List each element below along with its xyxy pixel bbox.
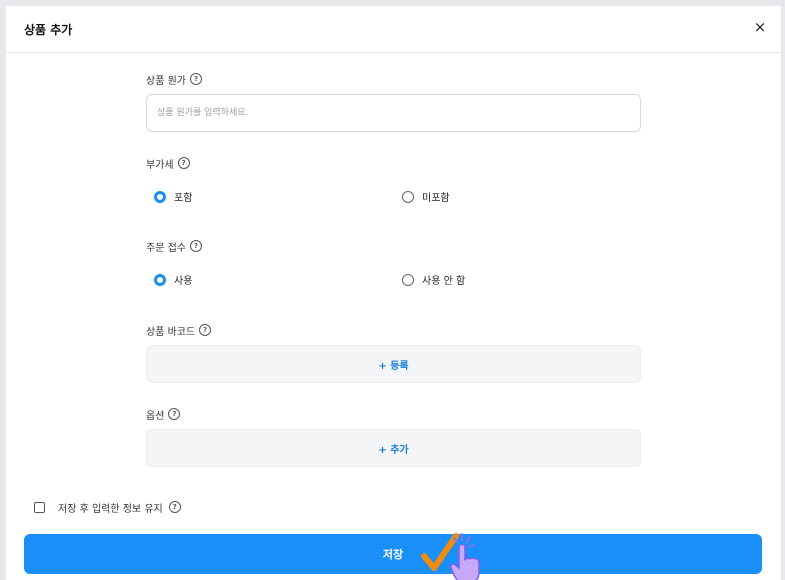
help-icon[interactable]: ? [168,501,181,513]
order-accept-option-not-use[interactable]: 사용 안 함 [402,272,465,287]
vat-label: 부가세 ? [146,156,190,171]
help-icon[interactable]: ? [177,157,190,169]
order-accept-option-use-label: 사용 [174,276,193,287]
radio-unchecked-icon [402,273,414,286]
add-product-modal: 상품 추가 × 상품 원가 ? 부가세 ? 포함 미포함 주문 접수 ? 사용 … [6,6,781,580]
options-label: 옵션 ? [146,407,181,422]
cost-input[interactable] [146,94,641,132]
modal-header: 상품 추가 × [6,6,781,53]
vat-label-text: 부가세 [146,159,174,171]
help-icon[interactable]: ? [199,324,212,336]
radio-checked-icon [154,190,166,203]
keep-info-label: 저장 후 입력한 정보 유지 [58,503,163,515]
order-accept-label: 주문 접수 ? [146,239,202,254]
keep-info-row: 저장 후 입력한 정보 유지 ? [34,500,181,515]
barcode-register-button[interactable]: + 등록 [146,345,641,383]
vat-option-excluded-label: 미포함 [422,193,450,204]
help-icon[interactable]: ? [168,408,181,420]
keep-info-checkbox[interactable] [34,501,45,513]
order-accept-label-text: 주문 접수 [146,242,186,254]
barcode-label: 상품 바코드 ? [146,323,212,338]
radio-unchecked-icon [402,190,414,203]
modal-title: 상품 추가 [24,23,73,37]
options-label-text: 옵션 [146,410,165,422]
order-accept-option-use[interactable]: 사용 [154,272,192,287]
help-icon[interactable]: ? [189,73,202,85]
save-button-label: 저장 [382,548,404,561]
help-icon[interactable]: ? [189,240,202,252]
vat-option-excluded[interactable]: 미포함 [402,189,450,204]
cost-label-text: 상품 원가 [146,75,186,87]
click-indicator-icon [421,533,480,580]
save-button[interactable]: 저장 [24,534,762,574]
close-button[interactable]: × [751,18,769,36]
barcode-label-text: 상품 바코드 [146,326,196,338]
order-accept-option-not-use-label: 사용 안 함 [422,276,466,287]
options-add-button[interactable]: + 추가 [146,429,641,467]
cost-label: 상품 원가 ? [146,72,202,87]
vat-option-included-label: 포함 [174,193,193,204]
vat-option-included[interactable]: 포함 [154,189,192,204]
radio-checked-icon [154,273,166,286]
